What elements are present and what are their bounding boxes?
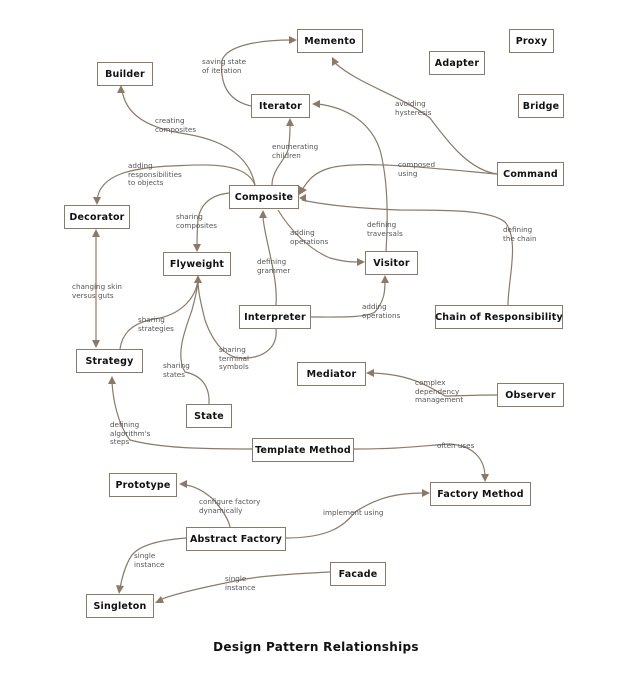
edge-command-memento [334, 62, 498, 175]
node-abstract-factory: Abstract Factory [186, 527, 286, 551]
edge-label: sharing composites [176, 212, 218, 230]
arrowhead-icon [259, 210, 267, 218]
edge-label: complex dependency management [415, 378, 464, 404]
edge-label: sharing terminal symbols [219, 345, 250, 371]
edge-label: defining traversals [367, 220, 403, 238]
edge-label: changing skin versus guts [72, 282, 122, 300]
edge-label: defining grammer [257, 257, 291, 275]
arrowhead-icon [312, 100, 320, 108]
edge-label: sharing strategies [138, 315, 174, 333]
node-observer: Observer [497, 383, 564, 407]
arrowhead-icon [357, 258, 365, 266]
arrowhead-icon [117, 85, 125, 93]
node-interpreter: Interpreter [239, 305, 311, 329]
arrowhead-icon [179, 480, 187, 488]
node-strategy: Strategy [76, 349, 143, 373]
edge-label: creating composites [155, 116, 197, 134]
design-pattern-diagram: Memento Proxy Builder Adapter Iterator B… [0, 0, 632, 695]
edge-label: composed using [398, 160, 436, 178]
arrowhead-icon [381, 275, 389, 283]
arrowhead-icon [116, 585, 124, 594]
arrowhead-icon [299, 194, 306, 202]
edge-label: single instance [225, 574, 256, 592]
arrowhead-icon [332, 57, 339, 66]
node-bridge: Bridge [518, 94, 564, 118]
edge-label: configure factory dynamically [199, 497, 261, 515]
arrowhead-icon [93, 197, 101, 205]
node-singleton: Singleton [86, 594, 154, 618]
node-proxy: Proxy [509, 29, 554, 53]
node-chain-of-responsibility: Chain of Responsibility [435, 305, 563, 329]
arrowhead-icon [92, 340, 100, 348]
edge-label: avoiding hysteresis [395, 99, 432, 117]
arrowhead-icon [193, 244, 201, 252]
node-decorator: Decorator [64, 205, 130, 229]
node-command: Command [497, 162, 564, 186]
diagram-title: Design Pattern Relationships [213, 640, 419, 654]
arrowhead-icon [108, 376, 116, 384]
edge-label: often uses [437, 441, 475, 450]
node-facade: Facade [330, 562, 386, 586]
node-composite: Composite [229, 185, 299, 209]
edge-label: implement using [323, 508, 384, 517]
node-template-method: Template Method [252, 438, 354, 462]
edge-state-flyweight [180, 279, 210, 405]
edge-label: defining algorithm's steps [110, 420, 151, 446]
edge-label: enumerating children [272, 142, 319, 160]
edge-label: adding operations [362, 302, 401, 320]
edge-label: saving state of iteration [202, 57, 247, 75]
node-state: State [186, 404, 232, 428]
arrowhead-icon [422, 489, 430, 497]
node-mediator: Mediator [297, 362, 366, 386]
node-iterator: Iterator [251, 94, 310, 118]
node-factory-method: Factory Method [430, 482, 531, 506]
edge-label: single instance [134, 551, 165, 569]
node-builder: Builder [97, 62, 153, 86]
edge-label: adding operations [290, 228, 329, 246]
arrowhead-icon [289, 36, 297, 44]
edge-label: adding responsibilities to objects [128, 161, 182, 187]
node-memento: Memento [297, 29, 363, 53]
arrowhead-icon [155, 596, 164, 603]
node-flyweight: Flyweight [163, 252, 231, 276]
arrowhead-icon [481, 474, 489, 482]
edge-label: sharing states [163, 361, 190, 379]
node-adapter: Adapter [429, 51, 485, 75]
arrowhead-icon [366, 369, 374, 377]
edge-label: defining the chain [503, 225, 537, 243]
arrowhead-icon [92, 229, 100, 237]
node-visitor: Visitor [365, 251, 418, 275]
node-prototype: Prototype [109, 473, 177, 497]
arrowhead-icon [286, 118, 294, 126]
